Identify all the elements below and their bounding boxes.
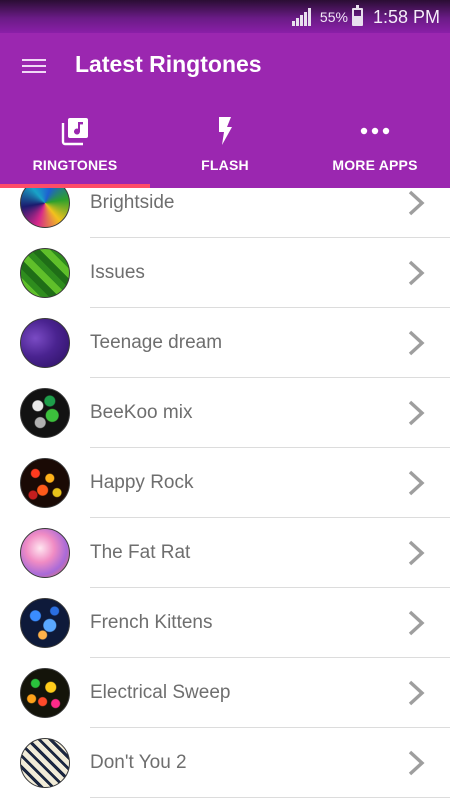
- chevron-right-icon: [408, 190, 425, 216]
- thumbnail-image: [20, 598, 70, 648]
- thumbnail-image: [20, 248, 70, 298]
- app-bar: Latest Ringtones RINGTONES FLASH MORE AP…: [0, 33, 450, 188]
- ringtone-name: Electrical Sweep: [90, 682, 231, 703]
- list-item[interactable]: Happy Rock: [0, 448, 450, 518]
- tab-flash-label: FLASH: [201, 157, 249, 173]
- list-item[interactable]: BeeKoo mix: [0, 378, 450, 448]
- tab-flash[interactable]: FLASH: [150, 113, 300, 188]
- thumbnail-image: [20, 738, 70, 788]
- ringtone-name: French Kittens: [90, 612, 213, 633]
- list-item[interactable]: Teenage dream: [0, 308, 450, 378]
- chevron-right-icon: [408, 610, 425, 636]
- chevron-right-icon: [408, 750, 425, 776]
- ringtone-name: Issues: [90, 262, 145, 283]
- battery-icon: [351, 5, 363, 26]
- chevron-right-icon: [408, 260, 425, 286]
- tab-ringtones[interactable]: RINGTONES: [0, 113, 150, 188]
- list-item[interactable]: The Fat Rat: [0, 518, 450, 588]
- status-bar: 55% 1:58 PM: [0, 0, 450, 33]
- ringtone-name: Don't You 2: [90, 752, 187, 773]
- thumbnail-image: [20, 458, 70, 508]
- battery-percent: 55%: [319, 9, 348, 25]
- chevron-right-icon: [408, 400, 425, 426]
- ringtone-name: Brightside: [90, 192, 175, 213]
- list-item[interactable]: Brightside: [0, 188, 450, 238]
- music-library-icon: [61, 118, 88, 146]
- ringtone-name: Teenage dream: [90, 332, 223, 353]
- tab-more-apps[interactable]: MORE APPS: [300, 113, 450, 188]
- tab-ringtones-label: RINGTONES: [32, 157, 118, 173]
- list-item[interactable]: Issues: [0, 238, 450, 308]
- chevron-right-icon: [408, 470, 425, 496]
- tab-bar: RINGTONES FLASH MORE APPS: [0, 113, 450, 188]
- status-time: 1:58 PM: [372, 6, 440, 27]
- divider: [90, 797, 450, 798]
- list-item[interactable]: Don't You 2: [0, 728, 450, 798]
- thumbnail-image: [20, 668, 70, 718]
- flash-icon: [219, 117, 232, 145]
- ringtone-name: The Fat Rat: [90, 542, 191, 563]
- chevron-right-icon: [408, 680, 425, 706]
- page-title: Latest Ringtones: [75, 51, 262, 77]
- signal-icon: [291, 8, 312, 26]
- ringtone-name: Happy Rock: [90, 472, 194, 493]
- tab-more-apps-label: MORE APPS: [332, 157, 418, 173]
- thumbnail-image: [20, 388, 70, 438]
- thumbnail-image: [20, 528, 70, 578]
- list-item[interactable]: Electrical Sweep: [0, 658, 450, 728]
- ringtone-name: BeeKoo mix: [90, 402, 193, 423]
- hamburger-menu-icon[interactable]: [22, 57, 48, 75]
- ringtone-list: Brightside Issues Teenage dream BeeKoo m…: [0, 188, 450, 800]
- chevron-right-icon: [408, 330, 425, 356]
- list-item[interactable]: French Kittens: [0, 588, 450, 658]
- thumbnail-image: [20, 188, 70, 228]
- chevron-right-icon: [408, 540, 425, 566]
- status-bar-right: 55% 1:58 PM: [291, 5, 440, 29]
- more-horizontal-icon: [360, 127, 390, 135]
- thumbnail-image: [20, 318, 70, 368]
